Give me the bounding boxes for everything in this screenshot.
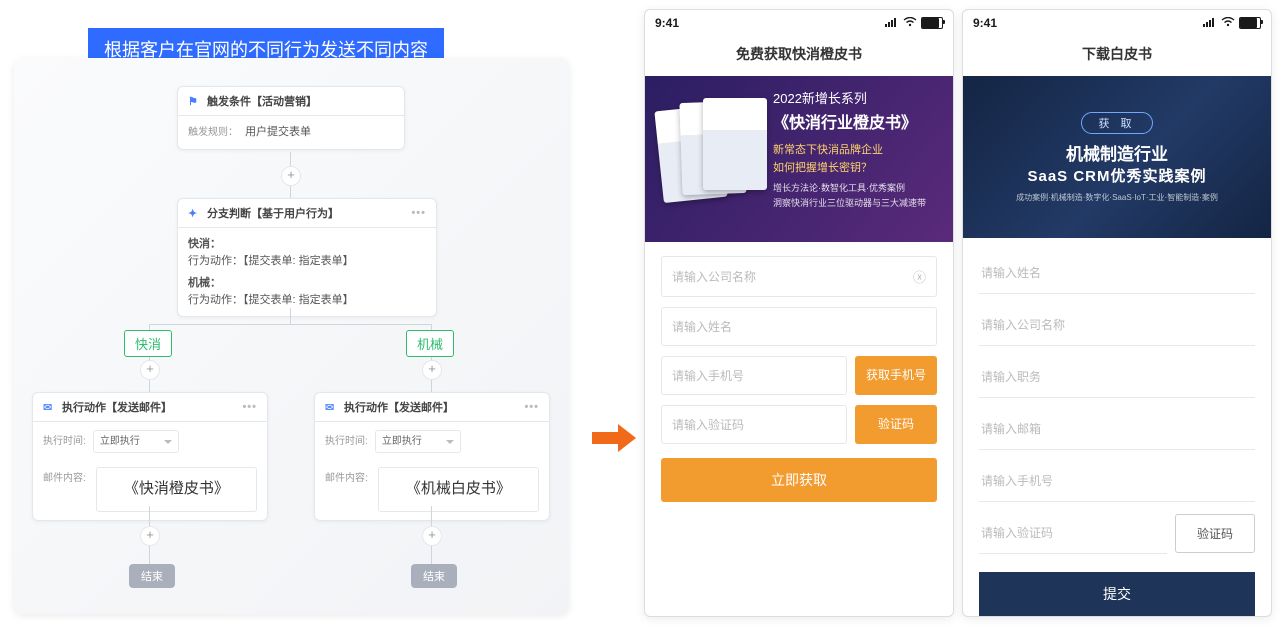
submit-button[interactable]: 立即获取 — [661, 458, 937, 502]
signal-icon — [885, 16, 899, 30]
exec-content-label: 邮件内容: — [325, 461, 368, 512]
phone-field[interactable]: 请输入手机号 — [661, 356, 847, 395]
hero-line3: 新常态下快消品牌企业 — [773, 141, 939, 157]
page-title: 免费获取快消橙皮书 — [645, 36, 953, 76]
hero-line4: 如何把握增长密钥？ — [773, 159, 939, 175]
arrow-icon — [592, 424, 636, 452]
hero-line3: 成功案例·机械制造·数字化·SaaS·IoT·工业·智能制造·案例 — [1016, 192, 1218, 203]
flow-diagram-panel: 根据客户在官网的不同行为发送不同内容 ⚑ 触发条件【活动营销】 触发规则： 用户… — [0, 0, 576, 637]
battery-icon — [921, 17, 943, 29]
more-icon[interactable]: ••• — [411, 207, 426, 219]
node-exec-right[interactable]: ✉ 执行动作【发送邮件】 ••• 执行时间: 立即执行 邮件内容: 《机械白皮书… — [314, 392, 550, 521]
node-trigger-title: 触发条件【活动营销】 — [207, 93, 317, 109]
hero-line1: 机械制造行业 — [1066, 140, 1168, 165]
connector — [290, 308, 291, 324]
node-branch[interactable]: ✦ 分支判断【基于用户行为】 ••• 快消： 行为动作：【提交表单: 指定表单】… — [177, 198, 437, 317]
company-field[interactable]: 请输入公司名称 ⓧ — [661, 256, 937, 297]
node-branch-title: 分支判断【基于用户行为】 — [207, 205, 339, 221]
branch-group2-action: 行为动作：【提交表单: 指定表单】 — [188, 292, 426, 309]
exec-when-label: 执行时间: — [43, 434, 86, 449]
booklet-graphic — [659, 88, 763, 230]
hero-line1: 2022新增长系列 — [773, 88, 939, 107]
add-step-button[interactable]: + — [140, 526, 160, 546]
exec-when-label: 执行时间: — [325, 434, 368, 449]
job-field[interactable]: 请输入职务 — [979, 356, 1255, 398]
hero-text: 2022新增长系列 《快消行业橙皮书》 新常态下快消品牌企业 如何把握增长密钥？… — [773, 88, 939, 230]
company-field[interactable]: 请输入公司名称 — [979, 304, 1255, 346]
hero-pill: 获 取 — [1081, 112, 1152, 134]
phone-preview-machinery: 9:41 下载白皮书 获 取 机械制造行业 SaaS CRM优秀实践案例 成功案… — [962, 9, 1272, 617]
node-exec-left[interactable]: ✉ 执行动作【发送邮件】 ••• 执行时间: 立即执行 邮件内容: 《快消橙皮书… — [32, 392, 268, 521]
battery-icon — [1239, 17, 1261, 29]
branch-group2-label: 机械： — [188, 275, 426, 292]
hero-line2: SaaS CRM优秀实践案例 — [1027, 165, 1206, 186]
add-step-button[interactable]: + — [422, 360, 442, 380]
get-phone-button[interactable]: 获取手机号 — [855, 356, 937, 395]
signal-icon — [1203, 16, 1217, 30]
submit-button[interactable]: 提交 — [979, 572, 1255, 616]
exec-right-title: 执行动作【发送邮件】 — [344, 399, 454, 415]
hero-line2: 《快消行业橙皮书》 — [773, 109, 939, 133]
exec-left-title: 执行动作【发送邮件】 — [62, 399, 172, 415]
branch-group1-label: 快消： — [188, 236, 426, 253]
mail-icon: ✉ — [325, 401, 338, 414]
connector — [149, 324, 431, 325]
hero-line5a: 增长方法论·数智化工具·优秀案例 — [773, 181, 939, 194]
form: 请输入公司名称 ⓧ 请输入姓名 请输入手机号 获取手机号 请输入验证码 验证码 … — [645, 242, 953, 516]
add-step-button[interactable]: + — [281, 166, 301, 186]
exec-content-label: 邮件内容: — [43, 461, 86, 512]
end-node-left: 结束 — [129, 564, 175, 588]
company-placeholder: 请输入公司名称 — [672, 268, 756, 285]
wifi-icon — [903, 16, 917, 30]
flow-canvas: ⚑ 触发条件【活动营销】 触发规则： 用户提交表单 + ✦ 分支判断【基于用户行… — [14, 58, 569, 614]
get-code-button[interactable]: 验证码 — [1175, 514, 1255, 553]
hero-banner: 获 取 机械制造行业 SaaS CRM优秀实践案例 成功案例·机械制造·数字化·… — [963, 76, 1271, 238]
mail-icon: ✉ — [43, 401, 56, 414]
hero-banner: 2022新增长系列 《快消行业橙皮书》 新常态下快消品牌企业 如何把握增长密钥？… — [645, 76, 953, 242]
exec-when-select[interactable]: 立即执行 — [375, 430, 461, 453]
status-bar: 9:41 — [645, 10, 953, 36]
form: 请输入姓名 请输入公司名称 请输入职务 请输入邮箱 请输入手机号 请输入验证码 … — [963, 238, 1271, 617]
branch-tag-right: 机械 — [406, 330, 454, 357]
status-time: 9:41 — [655, 16, 679, 30]
phone-field[interactable]: 请输入手机号 — [979, 460, 1255, 502]
add-step-button[interactable]: + — [140, 360, 160, 380]
more-icon[interactable]: ••• — [524, 401, 539, 413]
page-title: 下载白皮书 — [963, 36, 1271, 76]
trigger-rule-value: 用户提交表单 — [245, 126, 311, 138]
get-code-button[interactable]: 验证码 — [855, 405, 937, 444]
branch-icon: ✦ — [188, 207, 201, 220]
name-field[interactable]: 请输入姓名 — [661, 307, 937, 346]
code-field[interactable]: 请输入验证码 — [979, 512, 1167, 554]
more-icon[interactable]: ••• — [242, 401, 257, 413]
code-field[interactable]: 请输入验证码 — [661, 405, 847, 444]
exec-left-doc: 《快消橙皮书》 — [96, 467, 257, 512]
node-trigger[interactable]: ⚑ 触发条件【活动营销】 触发规则： 用户提交表单 — [177, 86, 405, 150]
exec-right-doc: 《机械白皮书》 — [378, 467, 539, 512]
branch-group1-action: 行为动作：【提交表单: 指定表单】 — [188, 253, 426, 270]
end-node-right: 结束 — [411, 564, 457, 588]
clear-icon[interactable]: ⓧ — [913, 267, 926, 286]
wifi-icon — [1221, 16, 1235, 30]
branch-tag-left: 快消 — [124, 330, 172, 357]
hero-line5b: 洞察快消行业三位驱动器与三大减速带 — [773, 196, 939, 209]
add-step-button[interactable]: + — [422, 526, 442, 546]
trigger-rule-label: 触发规则： — [188, 125, 238, 140]
name-field[interactable]: 请输入姓名 — [979, 252, 1255, 294]
email-field[interactable]: 请输入邮箱 — [979, 408, 1255, 450]
status-time: 9:41 — [973, 16, 997, 30]
phone-preview-fmcg: 9:41 免费获取快消橙皮书 2022新增长系列 《快消行业橙皮书》 新常态下快… — [644, 9, 954, 617]
status-bar: 9:41 — [963, 10, 1271, 36]
exec-when-select[interactable]: 立即执行 — [93, 430, 179, 453]
flag-icon: ⚑ — [188, 95, 201, 108]
